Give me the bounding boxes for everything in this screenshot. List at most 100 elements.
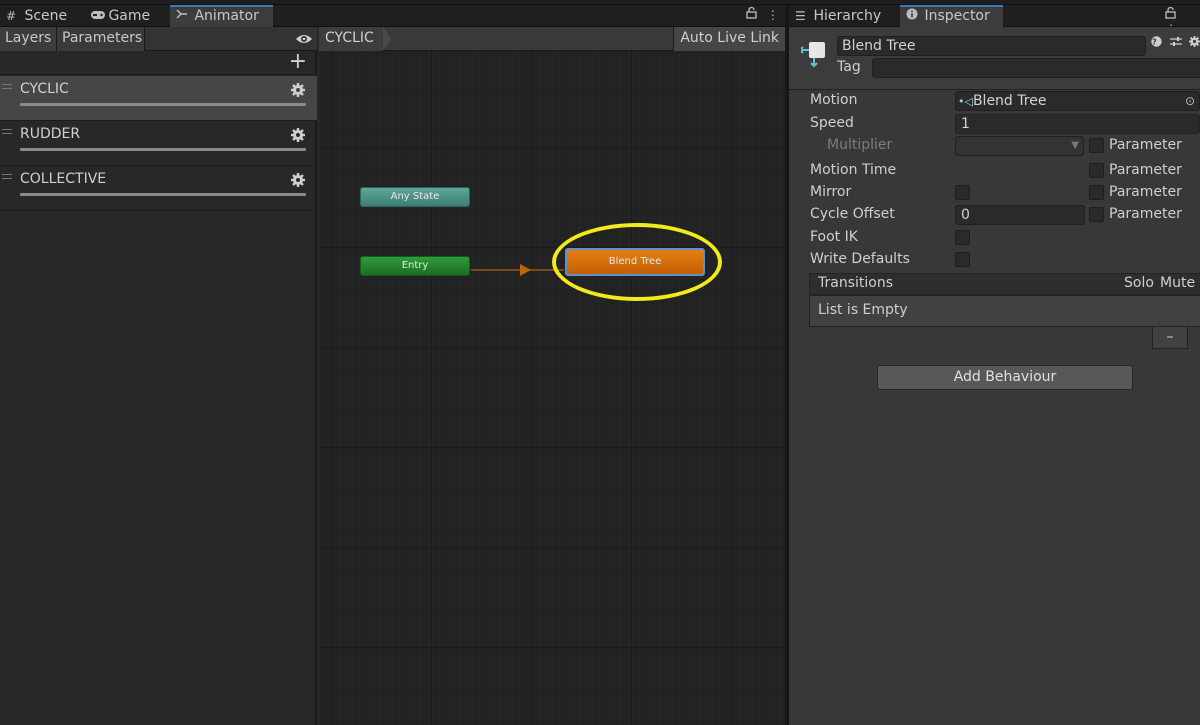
motion-label: Motion: [810, 92, 858, 108]
cycle-offset-param-label: Parameter: [1109, 206, 1182, 222]
multiplier-label: Multiplier: [827, 137, 893, 153]
tag-field[interactable]: [872, 58, 1200, 78]
tab-parameters[interactable]: Parameters: [57, 27, 145, 51]
layers-params-tabs: Layers Parameters: [0, 27, 317, 51]
layer-weight-bar: [20, 103, 306, 106]
mirror-checkbox[interactable]: [955, 185, 970, 200]
gamepad-icon: [90, 5, 105, 27]
mute-label: Mute: [1160, 275, 1196, 291]
motion-row: Motion •◁Blend Tree ⊙: [789, 90, 1200, 112]
tab-animator[interactable]: Animator: [170, 5, 273, 27]
tab-scene-label: Scene: [24, 8, 68, 24]
add-layer-row: +: [0, 51, 317, 75]
svg-text:?: ?: [1152, 38, 1161, 47]
tab-inspector[interactable]: Inspector: [900, 5, 1003, 27]
motion-time-label: Motion Time: [810, 162, 897, 178]
animator-window: # Scene Game Animator ⋮ Layers Parameter…: [0, 5, 785, 725]
mirror-param-label: Parameter: [1109, 184, 1182, 200]
layer-weight-bar: [20, 148, 306, 151]
blend-tree-icon: •◁: [958, 95, 973, 108]
transitions-title: Transitions: [818, 275, 893, 291]
gear-icon[interactable]: [291, 83, 305, 97]
drag-handle-icon[interactable]: [2, 129, 12, 134]
transition-line[interactable]: [471, 269, 564, 271]
layer-weight-bar: [20, 193, 306, 196]
highlight-circle: [552, 223, 722, 301]
object-picker-icon[interactable]: ⊙: [1185, 92, 1195, 110]
breadcrumb-arrow-icon: [383, 27, 391, 51]
motion-time-row: Motion Time Parameter: [789, 160, 1200, 182]
mirror-label: Mirror: [810, 184, 852, 200]
layer-item-rudder[interactable]: RUDDER: [0, 121, 317, 166]
transitions-header: Transitions Solo Mute: [809, 273, 1200, 295]
speed-field[interactable]: 1: [955, 114, 1200, 134]
solo-label: Solo: [1124, 275, 1154, 291]
motion-time-param-checkbox[interactable]: [1089, 163, 1104, 178]
tab-inspector-label: Inspector: [924, 8, 990, 24]
write-defaults-label: Write Defaults: [810, 251, 910, 267]
chevron-down-icon: ▼: [1071, 140, 1079, 151]
remove-transition-button[interactable]: –: [1152, 327, 1188, 349]
layer-name: RUDDER: [20, 126, 81, 142]
write-defaults-checkbox[interactable]: [955, 252, 970, 267]
transition-arrow-icon[interactable]: [520, 264, 531, 276]
inspector-window: ☰ Hierarchy Inspector ⋮ Blend Tree ?: [787, 5, 1200, 725]
object-name-field[interactable]: Blend Tree: [837, 36, 1146, 56]
eye-icon[interactable]: [295, 30, 313, 48]
tag-label: Tag: [837, 59, 861, 75]
kebab-menu-icon[interactable]: ⋮: [767, 8, 785, 22]
tab-scene[interactable]: # Scene: [0, 5, 84, 27]
gear-icon[interactable]: [1189, 36, 1200, 50]
breadcrumb[interactable]: CYCLIC: [319, 27, 382, 51]
drag-handle-icon[interactable]: [2, 84, 12, 89]
tab-animator-label: Animator: [194, 8, 259, 24]
help-icon[interactable]: ?: [1151, 36, 1170, 50]
graph-toolbar: CYCLIC Auto Live Link: [319, 27, 785, 51]
entry-node[interactable]: Entry: [360, 256, 470, 276]
cycle-offset-param-checkbox[interactable]: [1089, 207, 1104, 222]
animator-window-icons: ⋮: [746, 6, 785, 22]
gear-icon[interactable]: [291, 128, 305, 142]
layers-panel: Layers Parameters + CYCLIC RUDDER COLLEC…: [0, 27, 317, 725]
grid-icon: #: [6, 9, 17, 23]
layer-item-collective[interactable]: COLLECTIVE: [0, 166, 317, 211]
foot-ik-checkbox[interactable]: [955, 230, 970, 245]
mirror-param-checkbox[interactable]: [1089, 185, 1104, 200]
tab-game[interactable]: Game: [84, 5, 170, 27]
speed-label: Speed: [810, 115, 854, 131]
transitions-list: List is Empty: [809, 295, 1200, 327]
layer-item-cyclic[interactable]: CYCLIC: [0, 76, 317, 121]
auto-live-link-button[interactable]: Auto Live Link: [673, 27, 785, 51]
layer-name: CYCLIC: [20, 81, 69, 97]
tab-hierarchy[interactable]: ☰ Hierarchy: [789, 5, 899, 27]
multiplier-param-checkbox[interactable]: [1089, 138, 1104, 153]
motion-field[interactable]: •◁Blend Tree ⊙: [955, 91, 1200, 111]
add-layer-button[interactable]: +: [289, 51, 307, 73]
preset-sliders-icon[interactable]: [1169, 37, 1190, 50]
multiplier-dropdown[interactable]: ▼: [955, 136, 1084, 156]
inspector-tabbar: ☰ Hierarchy Inspector ⋮: [789, 5, 1200, 36]
state-machine-graph[interactable]: CYCLIC Auto Live Link Any State Entry Bl…: [319, 27, 785, 725]
drag-handle-icon[interactable]: [2, 174, 12, 179]
tab-game-label: Game: [108, 8, 151, 24]
animator-icon: [176, 7, 190, 26]
multiplier-param-label: Parameter: [1109, 137, 1182, 153]
speed-row: Speed 1: [789, 113, 1200, 135]
gear-icon[interactable]: [291, 173, 305, 187]
foot-ik-row: Foot IK: [789, 227, 1200, 249]
inspector-header: Blend Tree ? Tag: [789, 27, 1200, 90]
state-icon: [798, 40, 827, 68]
add-behaviour-button[interactable]: Add Behaviour: [877, 365, 1133, 390]
foot-ik-label: Foot IK: [810, 229, 858, 245]
mirror-row: Mirror Parameter: [789, 182, 1200, 204]
list-empty-text: List is Empty: [818, 302, 908, 318]
any-state-node[interactable]: Any State: [360, 187, 470, 207]
lock-icon[interactable]: [746, 6, 767, 22]
motion-time-param-label: Parameter: [1109, 162, 1182, 178]
tab-layers[interactable]: Layers: [0, 27, 57, 51]
lock-icon[interactable]: [1165, 6, 1176, 22]
multiplier-row: Multiplier ▼ Parameter: [789, 135, 1200, 157]
cycle-offset-field[interactable]: 0: [955, 205, 1085, 225]
cycle-offset-row: Cycle Offset 0 Parameter: [789, 204, 1200, 226]
header-icons: ?: [1151, 36, 1200, 50]
